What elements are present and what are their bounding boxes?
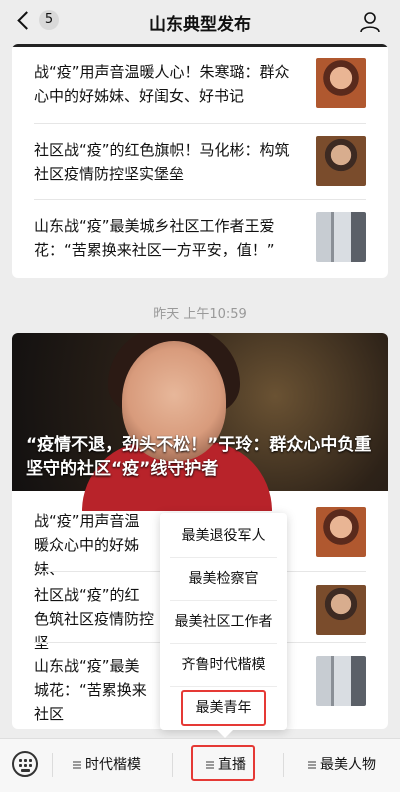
profile-icon[interactable] [358, 10, 382, 34]
menu-tab-label: 最美人物 [320, 757, 376, 773]
back-button[interactable]: 5 [16, 10, 59, 30]
article-thumbnail [316, 212, 366, 262]
article-item[interactable]: 战“疫”用声音温暖人心！朱寒璐：群众心中的好姊妹、好闺女、好书记 [12, 48, 388, 120]
menu-lines-icon [206, 761, 214, 769]
article-thumbnail [316, 656, 366, 706]
menu-item-prosecutors[interactable]: 最美检察官 [160, 558, 287, 600]
article-thumbnail [316, 585, 366, 635]
previous-cover-edge [12, 44, 388, 47]
article-thumbnail [316, 136, 366, 186]
article-thumbnail [316, 58, 366, 108]
menu-item-community-workers[interactable]: 最美社区工作者 [160, 601, 287, 643]
message-timestamp: 昨天 上午10:59 [153, 307, 247, 322]
unread-badge: 5 [39, 10, 59, 30]
menu-tab-label: 时代楷模 [85, 757, 141, 773]
cover-title: “疫情不退，劲头不松！”于玲：群众心中负重坚守的社区“疫”线守护者 [26, 435, 372, 479]
menu-tab-label: 直播 [218, 757, 246, 773]
keyboard-icon[interactable] [12, 751, 38, 777]
back-chevron-icon [17, 10, 36, 30]
divider [34, 199, 366, 200]
menu-item-qilu-models[interactable]: 齐鲁时代楷模 [160, 644, 287, 686]
popup-arrow [217, 730, 233, 738]
divider [34, 123, 366, 124]
menu-item-youth[interactable]: 最美青年 [160, 687, 287, 729]
menu-lines-icon [308, 761, 316, 769]
bottom-menu-bar: 时代楷模 直播 最美人物 [0, 738, 400, 792]
article-title: 社区战“疫”的红色筑社区疫情防控坚 [34, 586, 155, 652]
submenu-popup: 最美退役军人 最美检察官 最美社区工作者 齐鲁时代楷模 最美青年 [160, 513, 287, 738]
article-item[interactable]: 社区战“疫”的红色旗帜！马化彬：构筑社区疫情防控坚实堡垒 [12, 126, 388, 198]
cover-article[interactable]: “疫情不退，劲头不松！”于玲：群众心中负重坚守的社区“疫”线守护者 [12, 333, 388, 511]
menu-item-veterans[interactable]: 最美退役军人 [160, 515, 287, 557]
menu-lines-icon [73, 761, 81, 769]
article-thumbnail [316, 507, 366, 557]
article-title: 社区战“疫”的红色旗帜！马化彬：构筑社区疫情防控坚实堡垒 [34, 141, 290, 183]
menu-tab-best-people[interactable]: 最美人物 [284, 739, 400, 792]
article-title: 山东战“疫”最美城乡社区工作者王爱花：“苦累换来社区一方平安，值！” [34, 217, 275, 259]
menu-tab-era-models[interactable]: 时代楷模 [53, 739, 161, 792]
article-item[interactable]: 山东战“疫”最美城乡社区工作者王爱花：“苦累换来社区一方平安，值！” [12, 202, 388, 274]
article-card: 战“疫”用声音温暖人心！朱寒璐：群众心中的好姊妹、好闺女、好书记 社区战“疫”的… [12, 44, 388, 278]
page-title: 山东典型发布 [149, 14, 251, 35]
article-title: 山东战“疫”最美城花：“苦累换来社区 [34, 657, 147, 723]
article-title: 战“疫”用声音温暖人心！朱寒璐：群众心中的好姊妹、好闺女、好书记 [34, 63, 290, 105]
nav-bar: 5 山东典型发布 [0, 0, 400, 44]
menu-tab-live[interactable]: 直播 [173, 739, 279, 792]
